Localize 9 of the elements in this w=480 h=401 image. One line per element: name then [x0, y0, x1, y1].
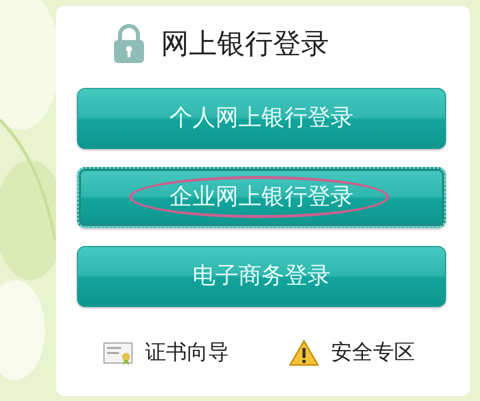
login-button[interactable]: 企业网上银行登录: [77, 167, 446, 228]
certificate-icon: [103, 340, 133, 365]
login-button[interactable]: 电子商务登录: [77, 246, 446, 307]
panel-title: 网上银行登录: [161, 30, 329, 58]
certificate-link[interactable]: 证书向导: [145, 337, 229, 368]
security-link[interactable]: 安全专区: [331, 337, 415, 368]
lock-icon: [113, 24, 145, 64]
login-button[interactable]: 个人网上银行登录: [77, 88, 446, 149]
warning-icon: [289, 340, 319, 366]
